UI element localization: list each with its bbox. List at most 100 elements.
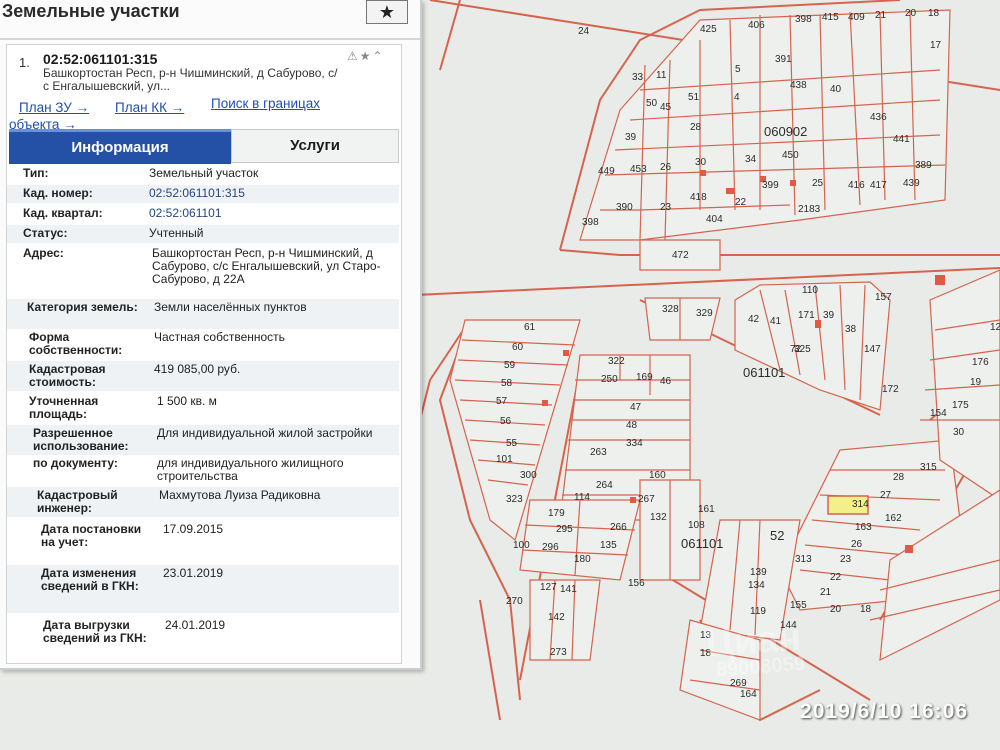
parcel-label: 46 <box>660 376 672 387</box>
attribute-key: по документу: <box>33 456 118 470</box>
parcel-label: 48 <box>626 420 638 431</box>
attribute-value: Учтенный <box>149 226 204 240</box>
parcel-label: 147 <box>864 344 881 355</box>
parcel-label: 51 <box>688 92 700 103</box>
attribute-value[interactable]: 02:52:061101:315 <box>149 187 389 200</box>
attribute-row: Уточненная площадь: 1 500 кв. м <box>7 393 399 423</box>
parcel-label: 472 <box>672 250 689 261</box>
parcel-label: 132 <box>650 512 667 523</box>
attribute-value: 23.01.2019 <box>163 566 224 580</box>
attribute-key: Дата выгрузки сведений из ГКН: <box>43 618 147 645</box>
attribute-key: Уточненная площадь: <box>29 394 99 421</box>
attribute-key: Тип: <box>23 166 49 180</box>
parcel-label: 439 <box>903 178 920 189</box>
parcel-label: 134 <box>748 580 765 591</box>
parcel-label: 398 <box>582 217 599 228</box>
parcel-label: 175 <box>952 400 969 411</box>
parcel-label: 28 <box>893 472 905 483</box>
parcel-label: 139 <box>750 567 767 578</box>
panel-title: Земельные участки <box>2 1 180 21</box>
parcel-label: 409 <box>848 12 865 23</box>
parcel-label: 160 <box>649 470 666 481</box>
parcel-label: 119 <box>750 606 766 617</box>
parcel-label: 391 <box>775 54 792 65</box>
parcel-label: 30 <box>695 157 707 168</box>
parcel-label: 266 <box>610 522 627 533</box>
parcel-label: 61 <box>524 322 536 333</box>
favorite-star-icon[interactable]: ★ <box>366 0 408 24</box>
attribute-row: Дата выгрузки сведений из ГКН: 24.01.2019 <box>7 617 399 665</box>
attribute-row: Категория земель: Земли населённых пункто… <box>7 299 399 329</box>
parcel-label: 18 <box>860 604 872 615</box>
attribute-key: Кад. номер: <box>23 186 93 200</box>
parcel-label: 264 <box>596 480 613 491</box>
attribute-value[interactable]: 02:52:061101 <box>149 207 389 220</box>
parcel-label: 404 <box>706 214 723 225</box>
attribute-row: Кадастровый инженер: Махмутова Луиза Ради… <box>7 487 399 517</box>
parcel-label: 24 <box>578 26 590 37</box>
plan-zu-link[interactable]: План ЗУ → <box>19 100 89 115</box>
result-index: 1. <box>19 55 30 70</box>
parcel-label: 58 <box>501 378 513 389</box>
parcel-label: 323 <box>506 494 523 505</box>
parcel-label: 155 <box>790 600 807 611</box>
plan-kk-link[interactable]: План КК → <box>115 100 184 115</box>
parcel-label: 23 <box>840 554 852 565</box>
parcel-label: 22 <box>830 572 842 583</box>
result-actions-icon[interactable]: ⚠★⌃ <box>347 49 385 63</box>
parcel-label: 42 <box>748 314 760 325</box>
tab-services[interactable]: Услуги <box>231 129 399 163</box>
parcel-label: 21 <box>875 10 887 21</box>
parcel-label: 156 <box>628 578 645 589</box>
quarter-label: 060902 <box>764 124 807 139</box>
parcel-label: 5 <box>735 64 741 75</box>
parcel-label: 60 <box>512 342 524 353</box>
tab-information[interactable]: Информация <box>9 129 231 164</box>
parcel-label: 334 <box>626 438 643 449</box>
parcel-label: 398 <box>795 14 812 25</box>
parcel-label: 418 <box>690 192 707 203</box>
parcel-label: 127 <box>540 582 557 593</box>
parcel-label: 28 <box>690 122 702 133</box>
parcel-label: 180 <box>574 554 591 565</box>
panel-tabs: Информация Услуги <box>9 129 399 164</box>
parcel-label: 157 <box>875 292 892 303</box>
attribute-value: Для индивидуальной жилой застройки <box>157 426 373 440</box>
parcel-label: 30 <box>953 427 965 438</box>
parcel-label: 40 <box>830 84 842 95</box>
parcel-label: 163 <box>855 522 872 533</box>
parcel-label: 18 <box>928 8 940 19</box>
parcel-label: 154 <box>930 408 947 419</box>
attribute-value: Махмутова Луиза Радиковна <box>159 488 321 502</box>
parcel-label: 295 <box>556 524 573 535</box>
parcel-label: 141 <box>560 584 577 595</box>
result-cad-number[interactable]: 02:52:061101:315 <box>43 51 157 67</box>
parcel-label: 142 <box>548 612 565 623</box>
attribute-value: Земли населённых пунктов <box>154 300 307 314</box>
parcel-label: 273 <box>550 647 567 658</box>
attribute-value: 419 085,00 руб. <box>154 362 241 376</box>
parcel-label: 416 <box>848 180 865 191</box>
parcel-label: 325 <box>794 344 811 355</box>
search-in-bounds-link[interactable]: Поиск в границах <box>211 96 320 111</box>
attribute-key: Кадастровая стоимость: <box>29 362 106 389</box>
parcel-label: 389 <box>915 160 932 171</box>
parcel-label: 172 <box>882 384 899 395</box>
parcel-label: 328 <box>662 304 679 315</box>
attribute-row: Тип: Земельный участок <box>7 165 399 183</box>
parcel-label: 20 <box>830 604 842 615</box>
attribute-row: Дата изменения сведений в ГКН: 23.01.2019 <box>7 565 399 613</box>
parcel-label: 169 <box>636 372 653 383</box>
attribute-row: Кад. квартал: 02:52:061101 <box>7 205 399 223</box>
parcel-label: 263 <box>590 447 607 458</box>
attribute-row: Статус: Учтенный <box>7 225 399 243</box>
parcel-label: 27 <box>880 490 892 501</box>
parcel-label: 2183 <box>798 204 821 215</box>
parcel-label: 55 <box>506 438 518 449</box>
parcel-label: 108 <box>688 520 705 531</box>
parcel-label: 38 <box>845 324 857 335</box>
parcel-label: 25 <box>812 178 824 189</box>
parcel-label: 267 <box>638 494 655 505</box>
parcel-label: 23 <box>660 202 672 213</box>
search-result-card[interactable]: 1. 02:52:061101:315 Башкортостан Респ, р… <box>6 44 402 664</box>
